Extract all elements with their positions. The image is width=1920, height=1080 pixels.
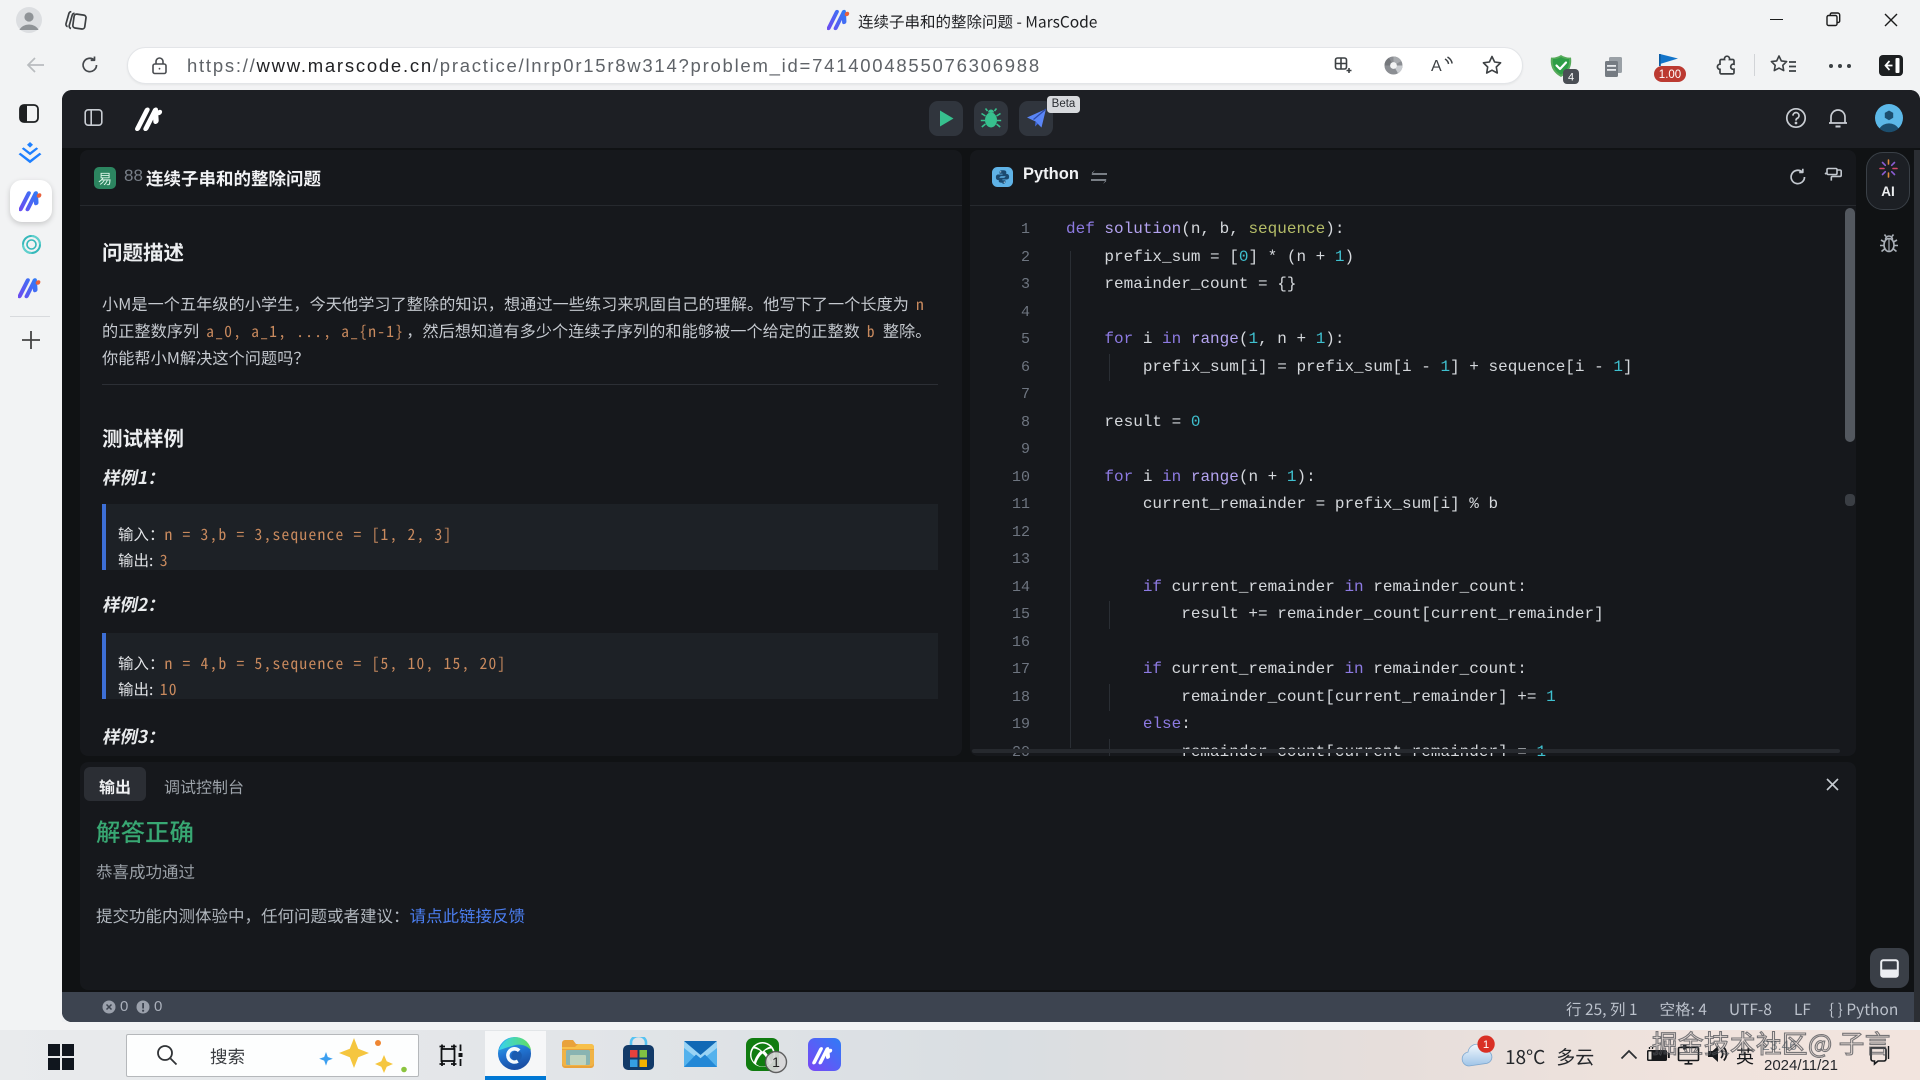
svg-text:A: A bbox=[1431, 58, 1442, 75]
svg-text:1: 1 bbox=[1483, 1039, 1489, 1051]
svg-text:1: 1 bbox=[772, 1054, 780, 1070]
svg-text:1.00: 1.00 bbox=[1659, 69, 1681, 81]
svg-text:4: 4 bbox=[1568, 72, 1574, 84]
